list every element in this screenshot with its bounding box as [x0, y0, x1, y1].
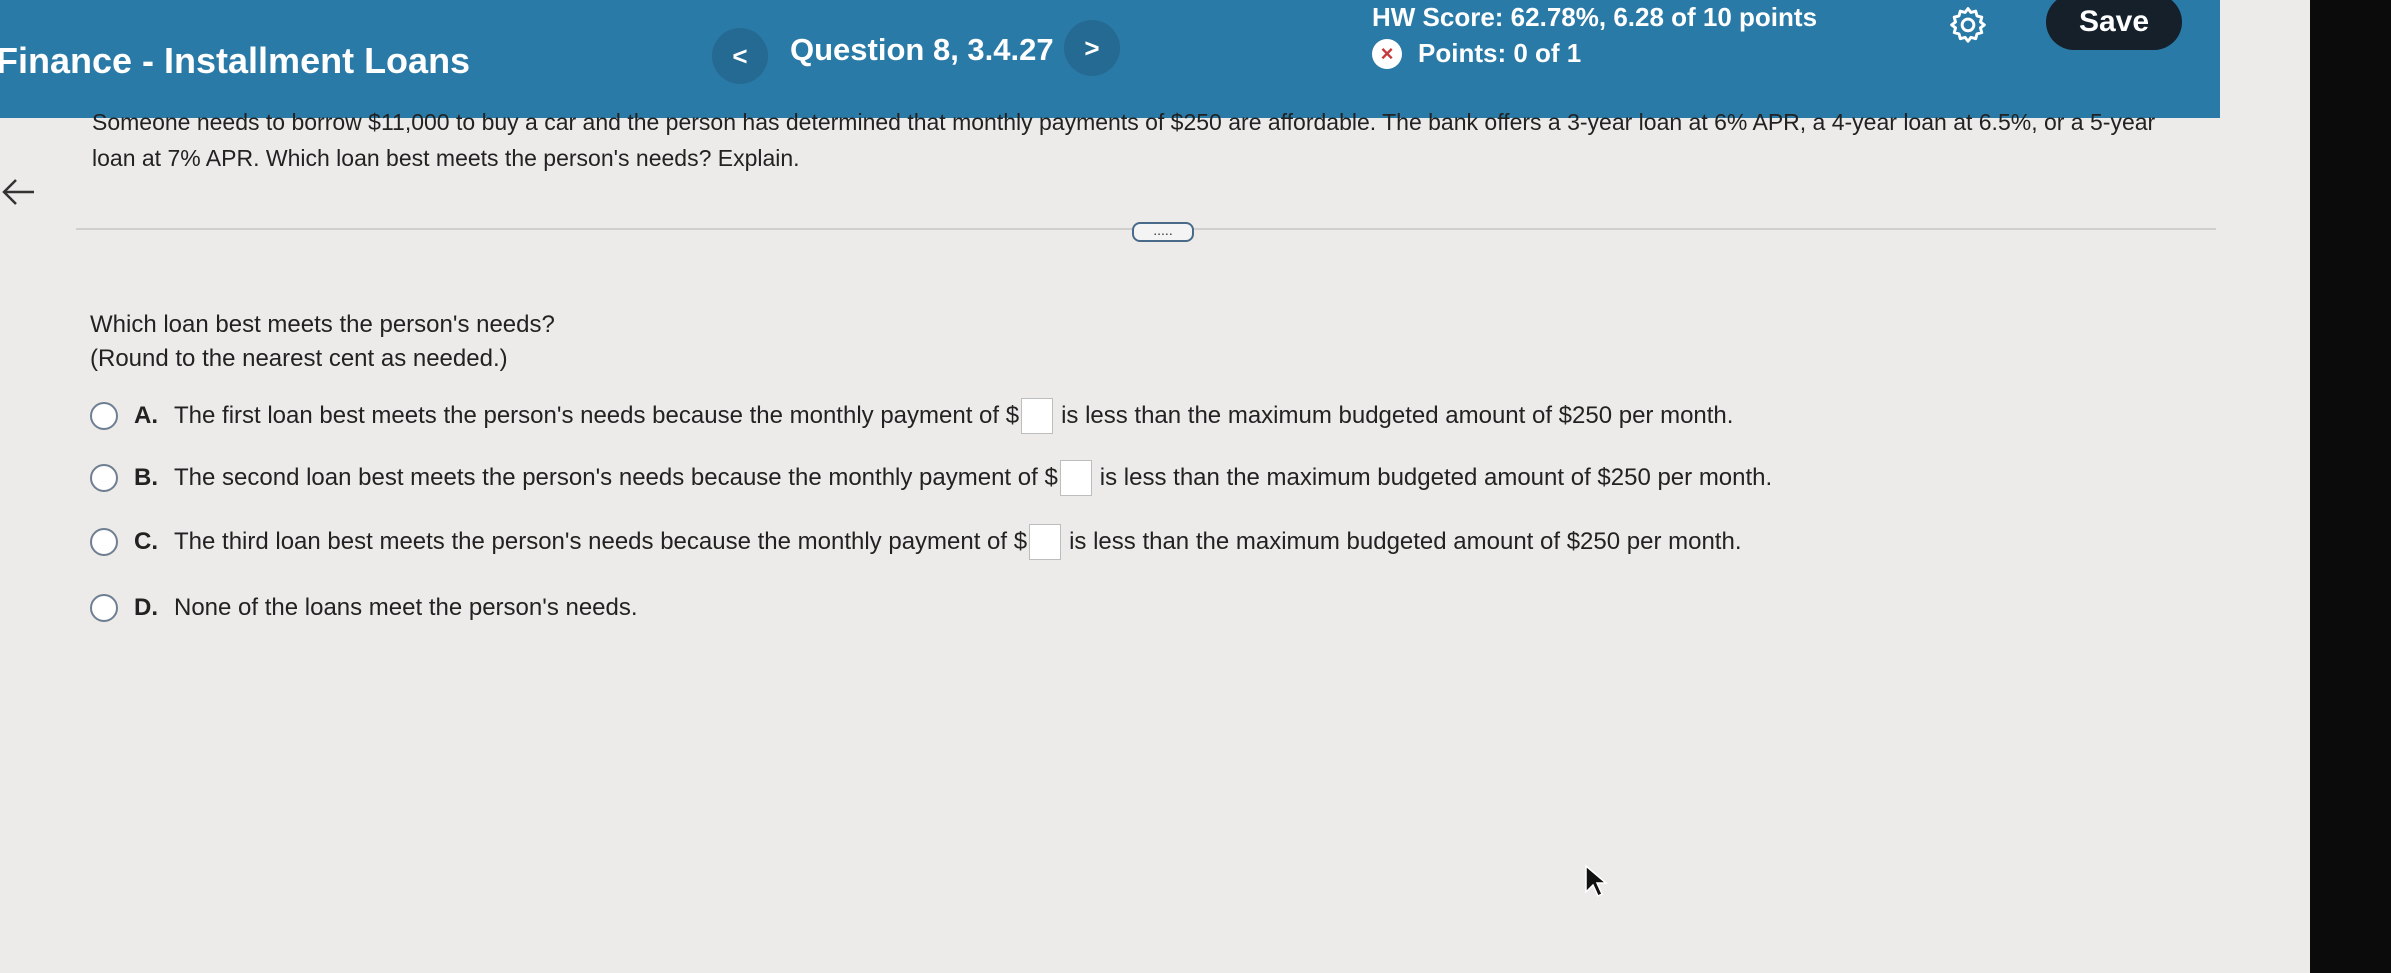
app-title: Finance - Installment Loans [0, 40, 471, 81]
chevron-right-icon: > [1084, 32, 1100, 63]
option-d[interactable]: D. None of the loans meet the person's n… [90, 594, 638, 622]
prompt-line-2: (Round to the nearest cent as needed.) [90, 345, 508, 372]
option-letter: A. [134, 402, 158, 429]
mouse-pointer-icon [1585, 864, 1609, 898]
option-text-after: is less than the maximum budgeted amount… [1099, 464, 1773, 491]
radio-option-c[interactable] [90, 528, 118, 556]
chevron-left-icon: < [732, 40, 748, 71]
option-text-before: The third loan best meets the person's n… [174, 528, 1028, 555]
option-b[interactable]: B. The second loan best meets the person… [90, 460, 1772, 496]
hw-score: HW Score: 62.78%, 6.28 of 10 points [1372, 2, 1818, 32]
radio-option-d[interactable] [90, 594, 118, 622]
back-arrow-icon[interactable] [0, 172, 40, 212]
header-bar: Finance - Installment Loans < Question 8… [0, 0, 2220, 118]
gear-icon[interactable] [1946, 4, 1990, 48]
option-a[interactable]: A. The first loan best meets the person'… [90, 398, 1733, 434]
option-text-after: is less than the maximum budgeted amount… [1061, 402, 1734, 429]
previous-question-button[interactable]: < [712, 28, 768, 84]
next-question-button[interactable]: > [1064, 20, 1120, 76]
problem-statement: Someone needs to borrow $11,000 to buy a… [92, 109, 2156, 171]
points-text: Points: 0 of 1 [1418, 38, 1582, 68]
option-text-after: is less than the maximum budgeted amount… [1069, 528, 1742, 555]
radio-option-a[interactable] [90, 402, 118, 430]
save-button[interactable]: Save [2046, 0, 2182, 50]
option-letter: C. [134, 528, 158, 555]
screen: Finance - Installment Loans < Question 8… [0, 0, 2310, 973]
answer-input-a[interactable] [1021, 398, 1054, 434]
option-text-before: The first loan best meets the person's n… [174, 402, 1020, 429]
question-prompt: Which loan best meets the person's needs… [90, 308, 555, 376]
option-letter: B. [134, 464, 158, 491]
option-letter: D. [134, 594, 158, 621]
answer-input-c[interactable] [1029, 524, 1062, 560]
option-text: None of the loans meet the person's need… [174, 594, 638, 621]
prompt-line-1: Which loan best meets the person's needs… [90, 311, 555, 338]
radio-option-b[interactable] [90, 464, 118, 492]
screen-bezel [2310, 0, 2391, 973]
points-status: × Points: 0 of 1 [1372, 38, 1581, 69]
option-text-before: The second loan best meets the person's … [174, 464, 1058, 491]
question-label: Question 8, 3.4.27 [790, 32, 1054, 67]
option-c[interactable]: C. The third loan best meets the person'… [90, 524, 1741, 560]
expand-more-button[interactable]: ..... [1132, 222, 1194, 242]
answer-input-b[interactable] [1059, 460, 1092, 496]
x-circle-icon: × [1372, 38, 1402, 69]
